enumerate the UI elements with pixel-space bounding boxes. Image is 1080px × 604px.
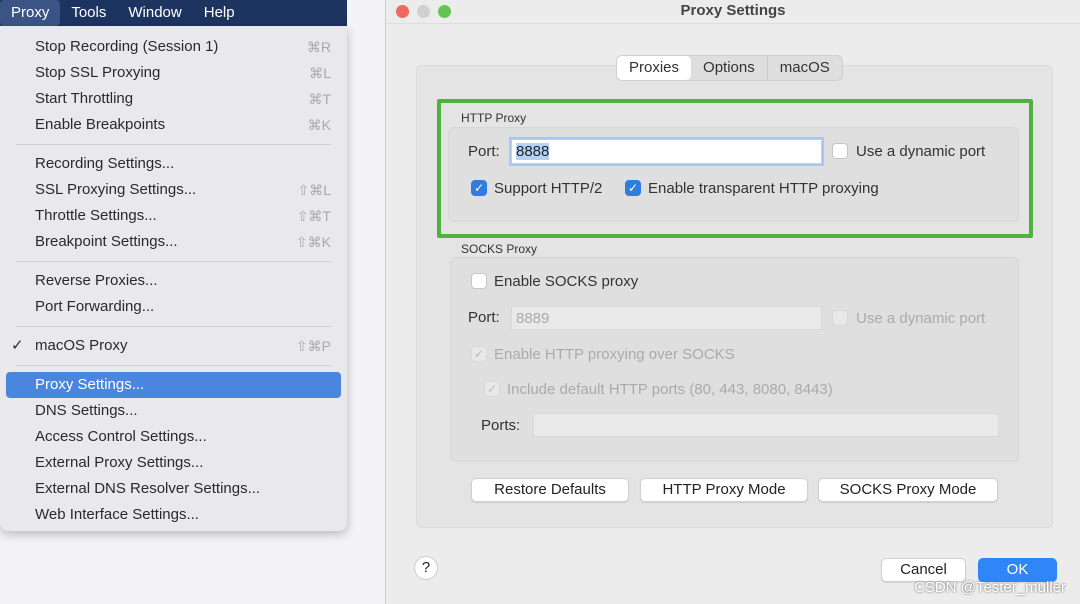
- proxy-settings-dialog: Proxy Settings Proxies Options macOS HTT…: [385, 0, 1080, 604]
- http-proxy-mode-button[interactable]: HTTP Proxy Mode: [640, 478, 808, 502]
- menu-item[interactable]: Throttle Settings... ⇧⌘T: [6, 203, 341, 229]
- proxy-menu: Stop Recording (Session 1) ⌘R Stop SSL Pro…: [0, 27, 347, 531]
- menu-item-shortcut: ⌘R: [306, 39, 331, 55]
- restore-defaults-button[interactable]: Restore Defaults: [471, 478, 629, 502]
- socks-dynamic-port-checkbox[interactable]: [832, 310, 848, 326]
- menu-item-label: Stop SSL Proxying: [35, 64, 161, 81]
- menu-item[interactable]: External Proxy Settings...: [6, 450, 341, 476]
- socks-dynamic-port-label: Use a dynamic port: [856, 310, 986, 327]
- menu-item[interactable]: Proxy Settings...: [6, 372, 341, 398]
- menu-item-label: Start Throttling: [35, 90, 134, 107]
- minimize-button[interactable]: [417, 5, 430, 18]
- menu-item[interactable]: Stop Recording (Session 1) ⌘R: [6, 34, 341, 60]
- menu-divider: [16, 261, 331, 262]
- menu-item-shortcut: ⇧⌘T: [296, 208, 331, 224]
- http-over-socks-label: Enable HTTP proxying over SOCKS: [494, 346, 735, 363]
- menu-item-shortcut: ⌘K: [307, 117, 331, 133]
- menu-item[interactable]: Breakpoint Settings... ⇧⌘K: [6, 229, 341, 255]
- menu-item-shortcut: ⌘L: [309, 65, 331, 81]
- tab-options[interactable]: Options: [691, 56, 768, 80]
- socks-proxy-label: SOCKS Proxy: [461, 242, 538, 256]
- menu-item-shortcut: ⇧⌘K: [295, 234, 331, 250]
- socks-port-input[interactable]: 8889: [511, 306, 822, 330]
- menu-item[interactable]: Recording Settings...: [6, 151, 341, 177]
- highlight-box: [437, 99, 1033, 238]
- dialog-title: Proxy Settings: [386, 0, 1080, 24]
- menu-item-label: External DNS Resolver Settings...: [35, 480, 261, 497]
- menu-proxy[interactable]: Proxy: [0, 0, 61, 26]
- menu-item-label: Breakpoint Settings...: [35, 233, 178, 250]
- tab-bar: Proxies Options macOS: [616, 55, 843, 81]
- menu-item[interactable]: Access Control Settings...: [6, 424, 341, 450]
- menu-divider: [16, 144, 331, 145]
- menu-item-label: Recording Settings...: [35, 155, 175, 172]
- menu-item-label: SSL Proxying Settings...: [35, 181, 197, 198]
- menu-item-label: Access Control Settings...: [35, 428, 207, 445]
- checkmark-icon: ✓: [11, 337, 24, 354]
- menu-item[interactable]: DNS Settings...: [6, 398, 341, 424]
- http-over-socks-checkbox[interactable]: ✓: [471, 346, 487, 362]
- enable-socks-checkbox[interactable]: [471, 273, 487, 289]
- default-ports-label: Include default HTTP ports (80, 443, 808…: [507, 381, 833, 398]
- menu-item-shortcut: ⇧⌘L: [297, 182, 331, 198]
- menu-item-label: Throttle Settings...: [35, 207, 157, 224]
- menu-item-shortcut: ⇧⌘P: [295, 338, 331, 354]
- socks-port-label: Port:: [468, 309, 500, 326]
- menu-item-label: Enable Breakpoints: [35, 116, 166, 133]
- socks-proxy-mode-button[interactable]: SOCKS Proxy Mode: [818, 478, 998, 502]
- default-ports-checkbox[interactable]: ✓: [484, 381, 500, 397]
- close-button[interactable]: [396, 5, 409, 18]
- menu-item-label: macOS Proxy: [35, 337, 128, 354]
- ports-input[interactable]: [533, 413, 999, 437]
- menu-item-label: Port Forwarding...: [35, 298, 155, 315]
- menu-item[interactable]: External DNS Resolver Settings...: [6, 476, 341, 502]
- menu-item[interactable]: Start Throttling ⌘T: [6, 86, 341, 112]
- menu-help[interactable]: Help: [193, 0, 246, 26]
- help-button[interactable]: ?: [414, 556, 438, 580]
- tab-macos[interactable]: macOS: [768, 56, 842, 80]
- menu-item-shortcut: ⌘T: [308, 91, 331, 107]
- tab-proxies[interactable]: Proxies: [617, 56, 692, 80]
- menu-item[interactable]: Port Forwarding...: [6, 294, 341, 320]
- enable-socks-label: Enable SOCKS proxy: [494, 273, 639, 290]
- menu-item[interactable]: Web Interface Settings...: [6, 502, 341, 528]
- menu-divider: [16, 326, 331, 327]
- menu-item-label: Web Interface Settings...: [35, 506, 199, 523]
- ports-label: Ports:: [481, 417, 521, 434]
- zoom-button[interactable]: [438, 5, 451, 18]
- menu-divider: [16, 365, 331, 366]
- menubar: Proxy Tools Window Help: [0, 0, 347, 26]
- menu-item-label: Proxy Settings...: [35, 376, 145, 393]
- menu-item-label: Stop Recording (Session 1): [35, 38, 219, 55]
- menu-item[interactable]: ✓ macOS Proxy ⇧⌘P: [6, 333, 341, 359]
- menu-item[interactable]: Stop SSL Proxying ⌘L: [6, 60, 341, 86]
- menu-window[interactable]: Window: [117, 0, 192, 26]
- menu-tools[interactable]: Tools: [60, 0, 117, 26]
- menu-item[interactable]: Enable Breakpoints ⌘K: [6, 112, 341, 138]
- menu-item[interactable]: Reverse Proxies...: [6, 268, 341, 294]
- watermark: CSDN @Tester_muller: [914, 579, 1066, 596]
- menu-item-label: External Proxy Settings...: [35, 454, 204, 471]
- menu-item-label: DNS Settings...: [35, 402, 138, 419]
- menu-item-label: Reverse Proxies...: [35, 272, 158, 289]
- menu-item[interactable]: SSL Proxying Settings... ⇧⌘L: [6, 177, 341, 203]
